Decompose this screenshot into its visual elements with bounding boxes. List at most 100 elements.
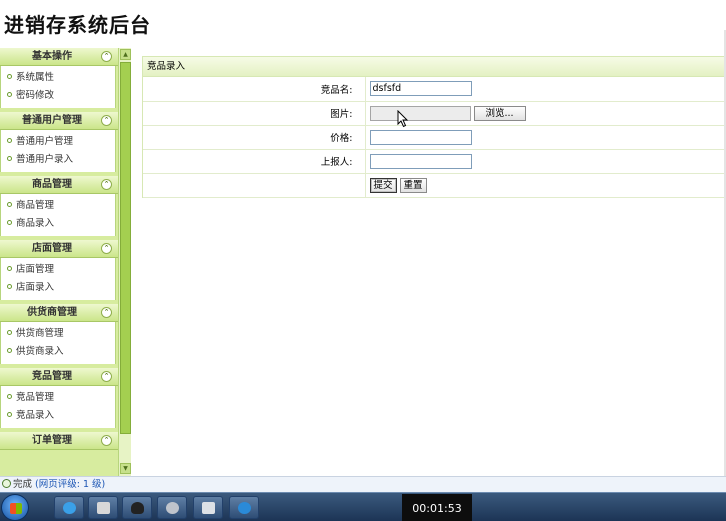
sidebar-item-user-add[interactable]: 普通用户录入 (1, 151, 115, 169)
collapse-icon[interactable]: ⌃ (101, 115, 112, 126)
actions-spacer (143, 173, 366, 198)
sidebar-item-label: 密码修改 (16, 90, 55, 101)
collapse-icon[interactable]: ⌃ (101, 435, 112, 446)
bullet-icon (7, 202, 12, 207)
bullet-icon (7, 74, 12, 79)
rating-link[interactable]: (网页评级: 1 级) (35, 479, 105, 490)
form-row-reporter: 上报人: (143, 149, 725, 174)
sidebar-section-products: 商品管理 ⌃ 商品管理 商品录入 (0, 176, 118, 236)
scroll-up-icon[interactable]: ▲ (120, 49, 131, 60)
sidebar-item-product-add[interactable]: 商品录入 (1, 215, 115, 233)
sidebar-header-label: 竞品管理 (32, 371, 72, 382)
sidebar-item-label: 店面录入 (16, 282, 55, 293)
sidebar-section-basic: 基本操作 ⌃ 系统属性 密码修改 (0, 48, 118, 108)
form-row-image: 图片: 浏览... (143, 101, 725, 126)
panel-title: 竞品录入 (143, 57, 725, 77)
scrollbar-thumb[interactable] (120, 62, 131, 434)
form-row-name: 竞品名: (143, 77, 725, 102)
sidebar-scrollbar[interactable]: ▲ ▼ (118, 48, 131, 476)
form-row-actions: 提交 重置 (143, 173, 725, 198)
sidebar-item-label: 系统属性 (16, 72, 55, 83)
done-icon (2, 479, 11, 488)
sidebar-section-stores: 店面管理 ⌃ 店面管理 店面录入 (0, 240, 118, 300)
page-title: 进销存系统后台 (4, 13, 151, 37)
sidebar-item-competitor-manage[interactable]: 竞品管理 (1, 389, 115, 407)
sidebar-header-label: 店面管理 (32, 243, 72, 254)
app-window: 进销存系统后台 基本操作 ⌃ 系统属性 密码修改 普通用户管理 ⌃ 普通用户管理… (0, 0, 726, 521)
bullet-icon (7, 92, 12, 97)
image-label: 图片: (143, 101, 366, 126)
sidebar-item-label: 商品录入 (16, 218, 55, 229)
cursor-icon (397, 110, 409, 128)
sidebar-section-orders: 订单管理 ⌃ (0, 432, 118, 450)
sidebar-header-suppliers[interactable]: 供货商管理 ⌃ (0, 304, 118, 322)
bullet-icon (7, 348, 12, 353)
sidebar-header-label: 基本操作 (32, 51, 72, 62)
sidebar-header-users[interactable]: 普通用户管理 ⌃ (0, 112, 118, 130)
app-icon-1[interactable] (88, 496, 118, 519)
sidebar-item-supplier-add[interactable]: 供货商录入 (1, 343, 115, 361)
sidebar-section-users: 普通用户管理 ⌃ 普通用户管理 普通用户录入 (0, 112, 118, 172)
scroll-down-icon[interactable]: ▼ (120, 463, 131, 474)
price-input[interactable] (369, 129, 472, 145)
collapse-icon[interactable]: ⌃ (101, 371, 112, 382)
sidebar-item-product-manage[interactable]: 商品管理 (1, 197, 115, 215)
sidebar-header-competitors[interactable]: 竞品管理 ⌃ (0, 368, 118, 386)
sidebar-item-change-password[interactable]: 密码修改 (1, 87, 115, 105)
reporter-label: 上报人: (143, 149, 366, 174)
ie-icon[interactable] (54, 496, 84, 519)
sidebar-header-orders[interactable]: 订单管理 ⌃ (0, 432, 118, 450)
windows-start-icon[interactable] (1, 494, 29, 521)
bullet-icon (7, 138, 12, 143)
reporter-input[interactable] (369, 153, 472, 169)
sidebar-item-supplier-manage[interactable]: 供货商管理 (1, 325, 115, 343)
bullet-icon (7, 156, 12, 161)
sidebar-item-label: 竞品录入 (16, 410, 55, 421)
status-text: 完成 (13, 479, 33, 490)
sidebar-item-label: 商品管理 (16, 200, 55, 211)
sidebar-header-label: 普通用户管理 (22, 115, 82, 126)
recording-timer: 00:01:53 (402, 494, 472, 521)
reset-button[interactable]: 重置 (399, 177, 427, 193)
sidebar-item-label: 普通用户管理 (16, 136, 74, 147)
sidebar-item-store-manage[interactable]: 店面管理 (1, 261, 115, 279)
entry-form: 竞品名: 图片: 浏览... 价格: 上报人: 提交 (143, 77, 725, 198)
sidebar-item-system-properties[interactable]: 系统属性 (1, 69, 115, 87)
bullet-icon (7, 330, 12, 335)
sidebar-item-store-add[interactable]: 店面录入 (1, 279, 115, 297)
competitor-entry-panel: 竞品录入 竞品名: 图片: 浏览... 价格: 上报人: (142, 56, 726, 198)
sidebar-item-label: 供货商录入 (16, 346, 64, 357)
sidebar-header-label: 供货商管理 (27, 307, 77, 318)
name-input[interactable] (369, 81, 472, 97)
image-file-field[interactable] (369, 105, 471, 121)
taskbar (0, 492, 726, 521)
sidebar-header-products[interactable]: 商品管理 ⌃ (0, 176, 118, 194)
sidebar-item-label: 竞品管理 (16, 392, 55, 403)
sidebar-item-label: 供货商管理 (16, 328, 64, 339)
bullet-icon (7, 266, 12, 271)
settings-icon[interactable] (157, 496, 187, 519)
name-label: 竞品名: (143, 77, 366, 102)
sidebar-header-stores[interactable]: 店面管理 ⌃ (0, 240, 118, 258)
qq-icon[interactable] (122, 496, 152, 519)
browser-statusbar: 完成 (网页评级: 1 级) (0, 476, 726, 492)
sidebar-header-basic[interactable]: 基本操作 ⌃ (0, 48, 118, 66)
collapse-icon[interactable]: ⌃ (101, 243, 112, 254)
sidebar-item-user-manage[interactable]: 普通用户管理 (1, 133, 115, 151)
skype-icon[interactable] (229, 496, 259, 519)
bullet-icon (7, 394, 12, 399)
form-row-price: 价格: (143, 125, 725, 150)
submit-button[interactable]: 提交 (369, 177, 397, 193)
sidebar-item-label: 店面管理 (16, 264, 55, 275)
collapse-icon[interactable]: ⌃ (101, 51, 112, 62)
sidebar-item-competitor-add[interactable]: 竞品录入 (1, 407, 115, 425)
calculator-icon[interactable] (193, 496, 223, 519)
sidebar-header-label: 订单管理 (32, 435, 72, 446)
collapse-icon[interactable]: ⌃ (101, 179, 112, 190)
sidebar-section-competitors: 竞品管理 ⌃ 竞品管理 竞品录入 (0, 368, 118, 428)
browse-button[interactable]: 浏览... (473, 105, 526, 121)
sidebar-section-suppliers: 供货商管理 ⌃ 供货商管理 供货商录入 (0, 304, 118, 364)
collapse-icon[interactable]: ⌃ (101, 307, 112, 318)
price-label: 价格: (143, 125, 366, 150)
sidebar: 基本操作 ⌃ 系统属性 密码修改 普通用户管理 ⌃ 普通用户管理 普通用户录入 … (0, 48, 118, 476)
